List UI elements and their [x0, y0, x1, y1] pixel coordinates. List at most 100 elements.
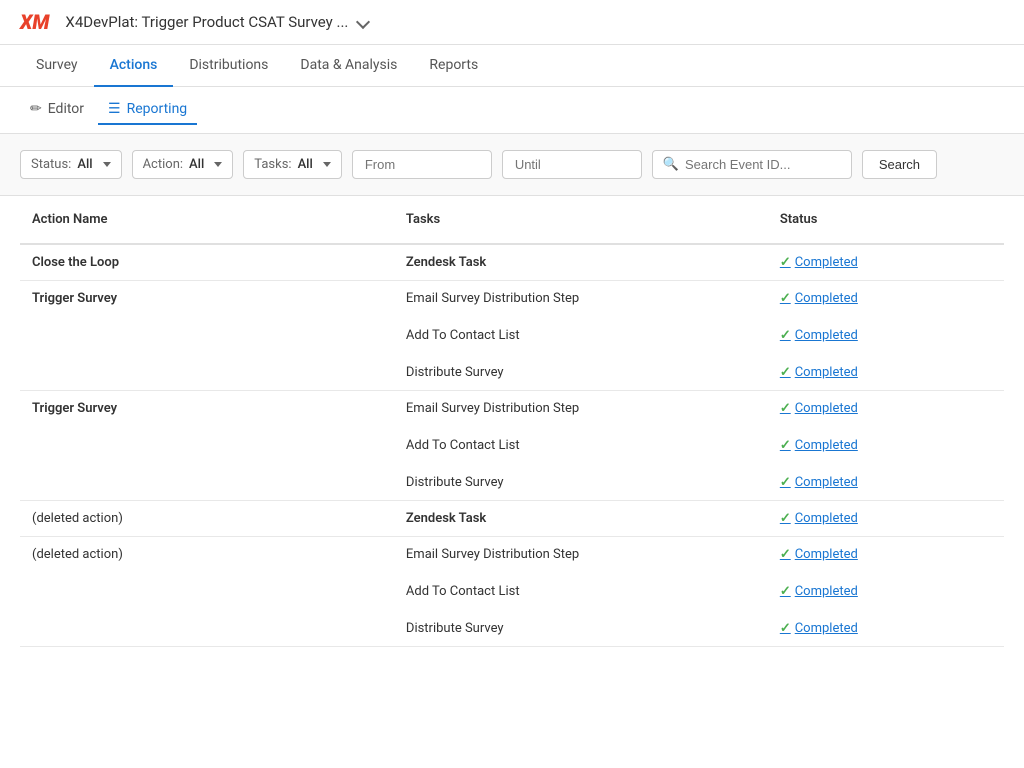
action-filter-value: All: [189, 157, 204, 172]
status-label: Completed: [795, 291, 858, 306]
table-row: Trigger Survey Email Survey Distribution …: [20, 281, 1004, 391]
task-name: Distribute Survey: [406, 621, 756, 636]
status-badge[interactable]: ✓ Completed: [780, 365, 992, 380]
status-label: Completed: [795, 255, 858, 270]
check-icon: ✓: [780, 621, 791, 636]
table-row: Close the Loop Zendesk Task ✓Completed: [20, 244, 1004, 281]
col-status: Status: [768, 196, 1004, 244]
check-icon: ✓: [780, 584, 791, 599]
tasks-dropdown-icon: [323, 162, 331, 167]
status-filter-value: All: [77, 157, 92, 172]
action-name-cell: (deleted action): [20, 501, 394, 537]
tab-distributions[interactable]: Distributions: [173, 45, 284, 87]
status-filter[interactable]: Status: All: [20, 150, 122, 179]
status-badge[interactable]: ✓Completed: [780, 438, 992, 453]
editor-icon: ✏: [30, 101, 42, 117]
app-header: XM X4DevPlat: Trigger Product CSAT Surve…: [0, 0, 1024, 45]
status-dropdown-icon: [103, 162, 111, 167]
task-name: Distribute Survey: [406, 475, 756, 490]
tasks-filter[interactable]: Tasks: All: [243, 150, 342, 179]
status-label: Completed: [795, 328, 858, 343]
task-name: Add To Contact List: [406, 328, 756, 343]
task-name: Zendesk Task: [406, 255, 756, 270]
filter-bar: Status: All Action: All Tasks: All 🔍 Sea…: [0, 134, 1024, 196]
action-name-text: (deleted action): [32, 547, 123, 562]
task-name: Zendesk Task: [406, 511, 756, 526]
from-date-input[interactable]: [352, 150, 492, 179]
status-badge[interactable]: ✓ Completed: [780, 328, 992, 343]
app-title-text: X4DevPlat: Trigger Product CSAT Survey .…: [65, 13, 348, 31]
tab-actions[interactable]: Actions: [94, 45, 174, 87]
status-cell: ✓ Completed: [768, 501, 1004, 537]
xm-logo: XM: [20, 10, 49, 34]
action-name-cell: Close the Loop: [20, 244, 394, 281]
logo-x: X: [20, 10, 32, 34]
check-icon: ✓: [780, 511, 791, 526]
check-icon: ✓: [780, 328, 791, 343]
action-name-cell: (deleted action): [20, 537, 394, 647]
until-date-input[interactable]: [502, 150, 642, 179]
status-badge[interactable]: ✓ Completed: [780, 401, 992, 416]
status-label: Completed: [795, 621, 858, 636]
table-row: (deleted action) Zendesk Task ✓ Completed: [20, 501, 1004, 537]
status-label: Completed: [795, 511, 858, 526]
col-action-name: Action Name: [20, 196, 394, 244]
tasks-filter-label: Tasks:: [254, 157, 291, 172]
action-name-cell: Trigger Survey: [20, 391, 394, 501]
table-row: (deleted action) Email Survey Distributio…: [20, 537, 1004, 647]
action-name-text: Trigger Survey: [32, 401, 117, 416]
subnav-reporting-label: Reporting: [127, 101, 188, 117]
title-dropdown-icon[interactable]: [356, 15, 370, 29]
task-name: Distribute Survey: [406, 365, 756, 380]
reporting-icon: ☰: [108, 101, 121, 117]
status-label: Completed: [795, 401, 858, 416]
task-name: Email Survey Distribution Step: [406, 291, 756, 306]
action-filter[interactable]: Action: All: [132, 150, 234, 179]
check-icon: ✓: [780, 291, 791, 306]
action-filter-label: Action:: [143, 157, 183, 172]
status-label: Completed: [795, 365, 858, 380]
status-badge[interactable]: ✓Completed: [780, 255, 992, 270]
logo-m: M: [32, 10, 49, 34]
tasks-cell: Zendesk Task: [394, 501, 768, 537]
check-icon: ✓: [780, 401, 791, 416]
col-tasks: Tasks: [394, 196, 768, 244]
sub-nav: ✏ Editor ☰ Reporting: [0, 87, 1024, 134]
task-name: Email Survey Distribution Step: [406, 401, 756, 416]
actions-table: Action Name Tasks Status Close the Loop Z…: [20, 196, 1004, 647]
task-name: Email Survey Distribution Step: [406, 547, 756, 562]
tab-data-analysis[interactable]: Data & Analysis: [284, 45, 413, 87]
tab-survey[interactable]: Survey: [20, 45, 94, 87]
action-name-text: (deleted action): [32, 511, 123, 526]
action-name-text: Close the Loop: [32, 255, 119, 270]
app-title: X4DevPlat: Trigger Product CSAT Survey .…: [65, 13, 368, 31]
status-label: Completed: [795, 547, 858, 562]
status-badge[interactable]: ✓ Completed: [780, 621, 992, 636]
status-badge[interactable]: ✓ Completed: [780, 547, 992, 562]
tab-reports[interactable]: Reports: [413, 45, 494, 87]
task-name: Add To Contact List: [406, 584, 756, 599]
check-icon: ✓: [780, 438, 791, 453]
tasks-cell: Zendesk Task: [394, 244, 768, 281]
status-badge[interactable]: ✓ Completed: [780, 475, 992, 490]
subnav-reporting[interactable]: ☰ Reporting: [98, 95, 197, 125]
status-label: Completed: [795, 475, 858, 490]
subnav-editor[interactable]: ✏ Editor: [20, 95, 94, 125]
check-icon: ✓: [780, 547, 791, 562]
task-name: Add To Contact List: [406, 438, 756, 453]
check-icon: ✓: [780, 365, 791, 380]
event-id-input[interactable]: [685, 157, 841, 172]
action-name-text: Trigger Survey: [32, 291, 117, 306]
tasks-filter-value: All: [298, 157, 313, 172]
action-dropdown-icon: [214, 162, 222, 167]
search-button[interactable]: Search: [862, 150, 937, 179]
status-badge[interactable]: ✓ Completed: [780, 291, 992, 306]
tasks-cell: Email Survey Distribution Step Add To Con…: [394, 391, 768, 501]
check-icon: ✓: [780, 475, 791, 490]
status-badge[interactable]: ✓ Completed: [780, 511, 992, 526]
status-badge[interactable]: ✓Completed: [780, 584, 992, 599]
status-cell: ✓Completed✓Completed✓Completed: [768, 537, 1004, 647]
event-id-search-icon: 🔍: [663, 157, 679, 172]
status-cell: ✓ Completed ✓ Completed ✓ Completed: [768, 281, 1004, 391]
tasks-cell: Email Survey Distribution Step Add To Con…: [394, 537, 768, 647]
